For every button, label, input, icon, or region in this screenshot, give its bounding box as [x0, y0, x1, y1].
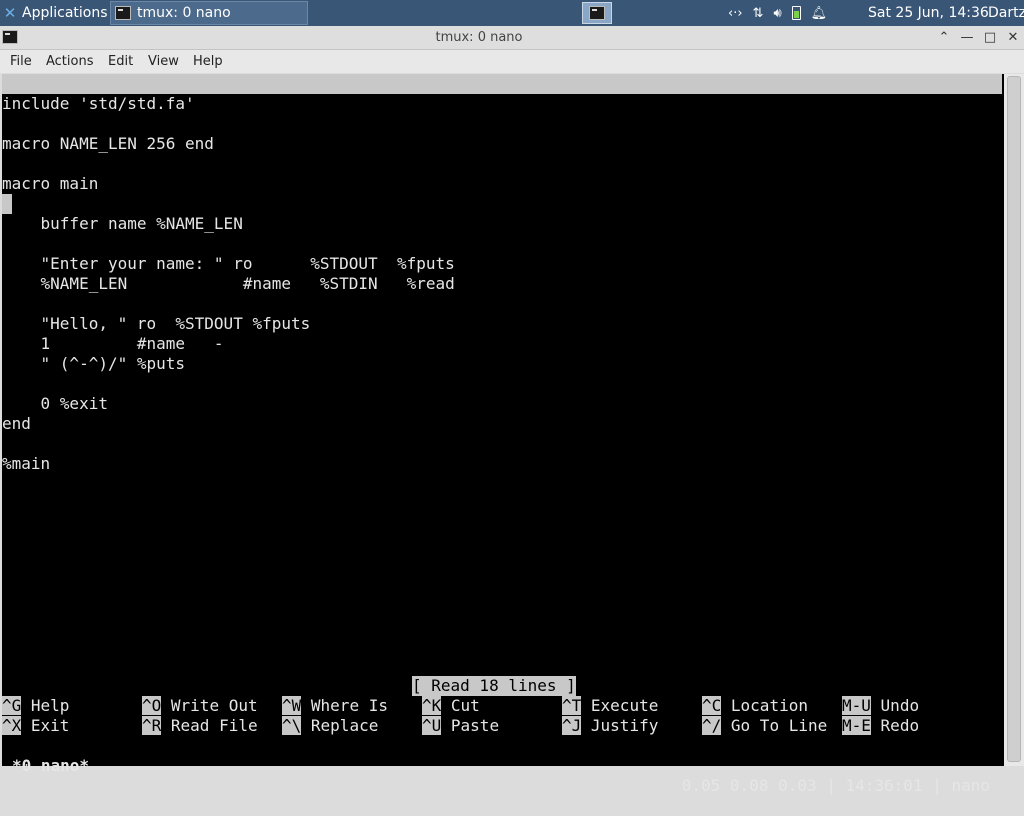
code-line[interactable]: include 'std/std.fa'	[2, 94, 195, 114]
code-line[interactable]: %NAME_LEN #name %STDIN %read	[2, 274, 455, 294]
menu-edit[interactable]: Edit	[108, 50, 133, 73]
code-line[interactable]: macro NAME_LEN 256 end	[2, 134, 214, 154]
code-line[interactable]: 0 %exit	[2, 394, 108, 414]
code-line[interactable]: " (^-^)/" %puts	[2, 354, 186, 374]
minimize-window-icon[interactable]: —	[956, 26, 978, 50]
shortcut-justify[interactable]: ^J Justify	[562, 716, 658, 736]
battery-icon[interactable]	[791, 6, 801, 20]
tmux-status-right: 0.05 0.08 0.03 | 14:36:01 | nano	[681, 776, 990, 795]
shortcut-cut[interactable]: ^K Cut	[422, 696, 480, 716]
taskbar-button-tmux[interactable]: tmux: 0 nano	[110, 1, 308, 25]
nano-status-message: [ Read 18 lines ]	[412, 676, 576, 696]
window-titlebar[interactable]: tmux: 0 nano ⌃ — □ ✕	[0, 26, 1024, 50]
shortcut-redo[interactable]: M-E Redo	[842, 716, 919, 736]
menu-file[interactable]: File	[10, 50, 32, 73]
shortcut-write-out[interactable]: ^O Write Out	[142, 696, 258, 716]
user-menu[interactable]: Dartz	[988, 0, 1024, 26]
code-line[interactable]: %main	[2, 454, 50, 474]
workspace-switcher[interactable]	[582, 2, 612, 24]
code-line[interactable]: end	[2, 414, 31, 434]
shortcut-go-to-line[interactable]: ^/ Go To Line	[702, 716, 827, 736]
menu-bar: File Actions Edit View Help	[0, 50, 1024, 73]
menu-actions[interactable]: Actions	[46, 50, 94, 73]
menu-view[interactable]: View	[148, 50, 179, 73]
terminal-area[interactable]: GNU nano 6.2 hello.fa * include 'std/std…	[2, 74, 1004, 795]
shortcut-help[interactable]: ^G Help	[2, 696, 69, 716]
shortcut-location[interactable]: ^C Location	[702, 696, 808, 716]
code-line[interactable]: "Enter your name: " ro %STDOUT %fputs	[2, 254, 455, 274]
shortcut-where-is[interactable]: ^W Where Is	[282, 696, 388, 716]
taskbar-label: tmux: 0 nano	[137, 5, 231, 21]
shortcut-execute[interactable]: ^T Execute	[562, 696, 658, 716]
clock[interactable]: Sat 25 Jun, 14:36	[868, 0, 989, 26]
code-line-cursor[interactable]	[2, 194, 12, 214]
volume-icon[interactable]: 🔊︎	[773, 6, 781, 21]
shortcut-undo[interactable]: M-U Undo	[842, 696, 919, 716]
xfce-logo-icon: ✕	[3, 4, 17, 22]
code-line[interactable]: "Hello, " ro %STDOUT %fputs	[2, 314, 311, 334]
shortcut-replace[interactable]: ^\ Replace	[282, 716, 378, 736]
applications-label: Applications	[22, 5, 108, 21]
menu-help[interactable]: Help	[193, 50, 223, 73]
maximize-window-icon[interactable]: □	[979, 26, 1001, 50]
terminal-icon	[115, 6, 131, 20]
text-cursor	[2, 194, 12, 214]
window-title: tmux: 0 nano	[435, 30, 523, 45]
scrollbar-thumb[interactable]	[1007, 76, 1021, 762]
shade-window-icon[interactable]: ⌃	[933, 26, 955, 50]
tmux-window-label[interactable]: *0 nano*	[12, 756, 89, 776]
code-line[interactable]: macro main	[2, 174, 98, 194]
shortcut-exit[interactable]: ^X Exit	[2, 716, 69, 736]
terminal-icon	[589, 6, 605, 20]
code-line[interactable]: buffer name %NAME_LEN	[2, 214, 243, 234]
close-window-icon[interactable]: ✕	[1002, 26, 1024, 50]
applications-menu[interactable]: ✕ Applications ⋮	[0, 0, 126, 26]
top-panel: ✕ Applications ⋮ tmux: 0 nano ‹·› ⇅ 🔊︎ 🔔…	[0, 0, 1024, 26]
shortcut-paste[interactable]: ^U Paste	[422, 716, 499, 736]
code-line[interactable]: 1 #name -	[2, 334, 224, 354]
system-tray: ‹·› ⇅ 🔊︎ 🔔︎	[728, 0, 827, 26]
nano-filename: hello.fa *	[482, 114, 579, 133]
notification-bell-icon[interactable]: 🔔︎	[811, 6, 828, 21]
tmux-status-bar: *0 nano* 0.05 0.08 0.03 | 14:36:01 | nan…	[2, 736, 1002, 795]
nano-header: GNU nano 6.2 hello.fa *	[2, 74, 1002, 133]
network-transfer-icon[interactable]: ⇅	[753, 6, 764, 21]
network-arrows-icon[interactable]: ‹·›	[728, 6, 743, 21]
terminal-scrollbar[interactable]	[1004, 74, 1024, 766]
shortcut-read-file[interactable]: ^R Read File	[142, 716, 258, 736]
